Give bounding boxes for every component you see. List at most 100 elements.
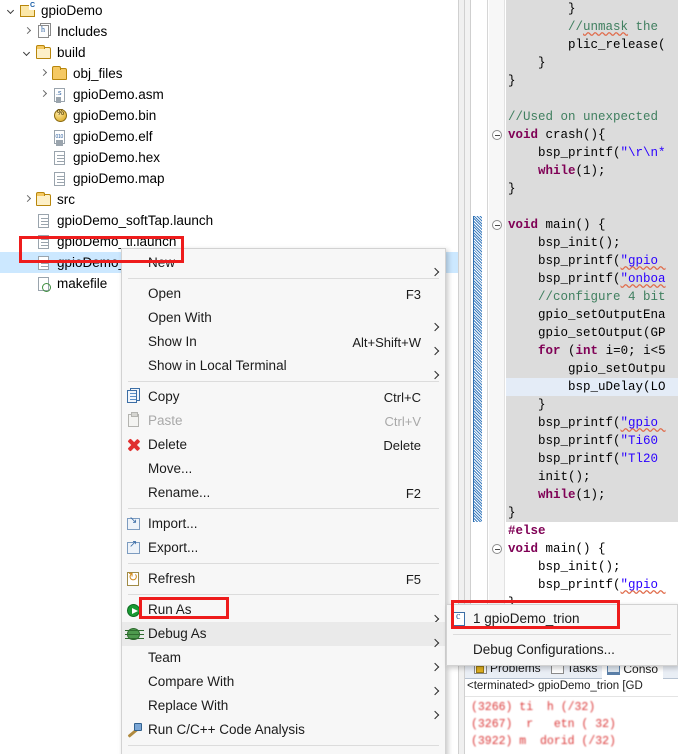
chevron-right-icon[interactable]: [38, 89, 49, 100]
code-line[interactable]: while(1);: [506, 162, 678, 180]
menu-item-run-c-c-code-analysis[interactable]: Run C/C++ Code Analysis: [122, 718, 445, 742]
code-line[interactable]: //configure 4 bit: [506, 288, 678, 306]
menu-item-debug-as[interactable]: Debug As: [122, 622, 445, 646]
code-token: (1);: [576, 488, 606, 502]
menu-item-move[interactable]: Move...: [122, 457, 445, 481]
code-line[interactable]: //unmask the: [506, 18, 678, 36]
fold-collapse-icon[interactable]: [492, 130, 502, 140]
chevron-right-icon[interactable]: [22, 26, 33, 37]
file-icon: [35, 213, 53, 229]
code-line[interactable]: bsp_init();: [506, 234, 678, 252]
tree-item-includes[interactable]: Includes: [0, 21, 465, 42]
code-line[interactable]: }: [506, 0, 678, 18]
tree-item-gpiodemo-softtap-launch[interactable]: gpioDemo_softTap.launch: [0, 210, 465, 231]
debug-icon: [122, 624, 148, 644]
chevron-right-icon[interactable]: [22, 194, 33, 205]
menu-item-label: Show In: [148, 333, 352, 351]
menu-item-team[interactable]: Team: [122, 646, 445, 670]
tree-twisty-spacer: [22, 278, 33, 289]
code-line[interactable]: [506, 90, 678, 108]
code-line[interactable]: }: [506, 72, 678, 90]
code-line[interactable]: gpio_setOutputEna: [506, 306, 678, 324]
code-line[interactable]: bsp_printf("Tl20: [506, 450, 678, 468]
menu-item-properties[interactable]: PropertiesAlt+Enter: [122, 749, 445, 754]
code-token: "Ti60: [621, 434, 666, 448]
debug-as-submenu[interactable]: 1 gpioDemo_trion Debug Configurations...: [446, 604, 678, 666]
editor-change-bar: [473, 216, 482, 522]
chevron-down-icon[interactable]: [6, 5, 17, 16]
tree-item-gpiodemo-map[interactable]: gpioDemo.map: [0, 168, 465, 189]
editor-folding-gutter[interactable]: [489, 0, 505, 656]
file-context-menu[interactable]: New OpenF3Open WithShow InAlt+Shift+WShow…: [121, 248, 446, 754]
code-line[interactable]: [506, 198, 678, 216]
code-editor[interactable]: } //unmask the plic_release( }} //Used on…: [465, 0, 678, 656]
code-line[interactable]: gpio_setOutpu: [506, 360, 678, 378]
menu-item-label: Export...: [148, 539, 421, 557]
tree-item-build[interactable]: build: [0, 42, 465, 63]
tree-item-gpiodemo-asm[interactable]: gpioDemo.asm: [0, 84, 465, 105]
code-line[interactable]: void main() {: [506, 540, 678, 558]
tree-item-src[interactable]: src: [0, 189, 465, 210]
code-token: "gpio: [621, 254, 666, 268]
code-line[interactable]: bsp_printf("Ti60: [506, 432, 678, 450]
code-line[interactable]: bsp_uDelay(LO: [506, 378, 678, 396]
tree-item-gpiodemo-elf[interactable]: gpioDemo.elf: [0, 126, 465, 147]
menu-item-copy[interactable]: CopyCtrl+C: [122, 385, 445, 409]
menu-item-show-in[interactable]: Show InAlt+Shift+W: [122, 330, 445, 354]
code-line[interactable]: }: [506, 180, 678, 198]
tree-twisty-spacer: [22, 215, 33, 226]
menu-item-label: Paste: [148, 412, 385, 430]
menu-item-compare-with[interactable]: Compare With: [122, 670, 445, 694]
menu-item-refresh[interactable]: RefreshF5: [122, 567, 445, 591]
menu-item-label: Open: [148, 285, 406, 303]
menu-item-import[interactable]: Import...: [122, 512, 445, 536]
code-line[interactable]: while(1);: [506, 486, 678, 504]
menu-item-paste: PasteCtrl+V: [122, 409, 445, 433]
menu-item-accelerator: F5: [406, 572, 429, 587]
code-line[interactable]: bsp_printf("gpio: [506, 414, 678, 432]
code-line[interactable]: }: [506, 54, 678, 72]
code-line[interactable]: bsp_printf("gpio: [506, 576, 678, 594]
fold-collapse-icon[interactable]: [492, 544, 502, 554]
code-line[interactable]: }: [506, 396, 678, 414]
menu-item-new[interactable]: New: [122, 251, 445, 275]
code-line[interactable]: bsp_printf("\r\n*: [506, 144, 678, 162]
menu-separator: [128, 563, 439, 564]
code-line[interactable]: plic_release(: [506, 36, 678, 54]
code-line[interactable]: bsp_init();: [506, 558, 678, 576]
asm-file-icon: [51, 87, 69, 103]
menu-item-run-as[interactable]: Run As: [122, 598, 445, 622]
menu-item-rename[interactable]: Rename...F2: [122, 481, 445, 505]
menu-item-1-gpiodemo-trion[interactable]: 1 gpioDemo_trion: [447, 607, 677, 631]
code-line[interactable]: gpio_setOutput(GP: [506, 324, 678, 342]
code-line[interactable]: #else: [506, 522, 678, 540]
console-view[interactable]: ProblemsTasksConso <terminated> gpioDemo…: [465, 656, 678, 754]
menu-item-open[interactable]: OpenF3: [122, 282, 445, 306]
code-line[interactable]: //Used on unexpected: [506, 108, 678, 126]
menu-item-accelerator: Ctrl+C: [384, 390, 429, 405]
menu-item-export[interactable]: Export...: [122, 536, 445, 560]
menu-item-show-in-local-terminal[interactable]: Show in Local Terminal: [122, 354, 445, 378]
code-line[interactable]: }: [506, 504, 678, 522]
tree-item-label: gpioDemo.bin: [73, 108, 156, 124]
code-line[interactable]: for (int i=0; i<5: [506, 342, 678, 360]
chevron-right-icon[interactable]: [38, 68, 49, 79]
code-line[interactable]: bsp_printf("gpio: [506, 252, 678, 270]
editor-source-text[interactable]: } //unmask the plic_release( }} //Used on…: [506, 0, 678, 656]
code-line[interactable]: bsp_printf("onboa: [506, 270, 678, 288]
menu-item-debug-configurations[interactable]: Debug Configurations...: [447, 638, 677, 662]
tree-item-gpiodemo[interactable]: gpioDemo: [0, 0, 465, 21]
menu-item-open-with[interactable]: Open With: [122, 306, 445, 330]
code-token: gpio_setOutput(GP: [508, 326, 666, 340]
menu-item-replace-with[interactable]: Replace With: [122, 694, 445, 718]
code-line[interactable]: void crash(){: [506, 126, 678, 144]
tree-item-obj-files[interactable]: obj_files: [0, 63, 465, 84]
code-line[interactable]: void main() {: [506, 216, 678, 234]
fold-collapse-icon[interactable]: [492, 220, 502, 230]
code-line[interactable]: init();: [506, 468, 678, 486]
chevron-down-icon[interactable]: [22, 47, 33, 58]
tree-twisty-spacer: [22, 257, 33, 268]
tree-item-gpiodemo-hex[interactable]: gpioDemo.hex: [0, 147, 465, 168]
menu-item-delete[interactable]: DeleteDelete: [122, 433, 445, 457]
tree-item-gpiodemo-bin[interactable]: gpioDemo.bin: [0, 105, 465, 126]
